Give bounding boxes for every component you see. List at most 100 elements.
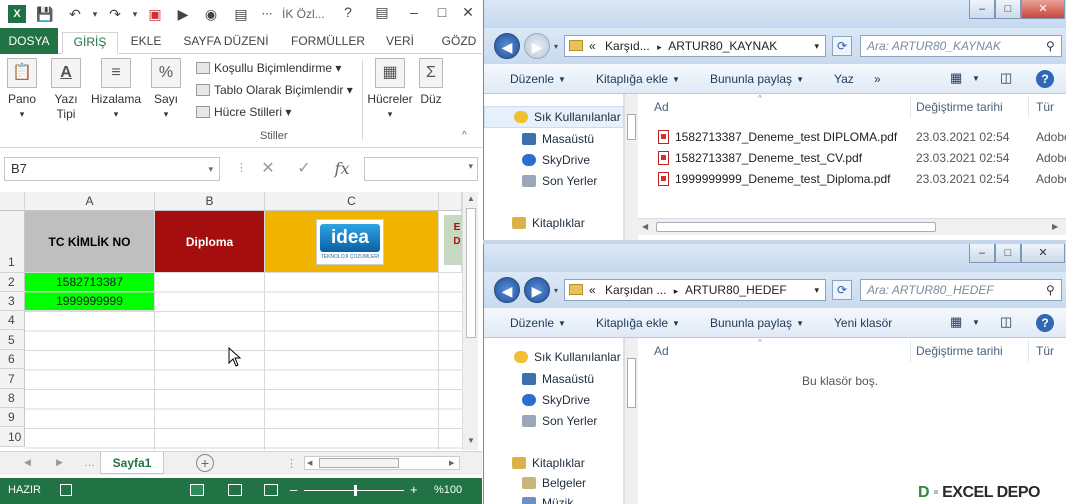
page-break-view-icon[interactable] xyxy=(264,484,278,496)
tab-dosya[interactable]: DOSYA xyxy=(0,28,58,54)
zoom-slider-thumb[interactable] xyxy=(354,485,357,496)
close-icon[interactable]: ✕ xyxy=(458,4,478,21)
formula-input[interactable]: ▾ xyxy=(364,157,478,181)
minimize-icon[interactable]: – xyxy=(404,4,424,20)
breadcrumb-parent[interactable]: Karşıd... xyxy=(605,39,650,53)
spreadsheet-grid[interactable]: A B C 1 2 3 4 5 6 7 8 9 10 TC KİMLİK NO … xyxy=(0,192,462,450)
nav-scroll-thumb[interactable] xyxy=(627,114,636,140)
redo-icon[interactable]: ↷ xyxy=(106,5,124,23)
column-header-date[interactable]: Değiştirme tarihi xyxy=(916,100,1003,114)
zoom-out-icon[interactable]: – xyxy=(290,482,297,497)
view-options-icon[interactable]: ▦ xyxy=(950,70,962,86)
nav-libraries[interactable]: Kitaplıklar xyxy=(512,214,585,232)
column-divider[interactable] xyxy=(910,340,911,362)
tab-ekle[interactable]: EKLE xyxy=(124,32,168,54)
nav-desktop[interactable]: Masaüstü xyxy=(522,370,594,388)
scroll-right-icon[interactable]: ▶ xyxy=(449,459,454,467)
breadcrumb-overflow[interactable]: « xyxy=(589,283,596,297)
nav-scroll-thumb[interactable] xyxy=(627,358,636,408)
cancel-icon[interactable]: ✕ xyxy=(256,159,280,179)
scroll-up-icon[interactable]: ▲ xyxy=(467,194,475,203)
ribbon-display-icon[interactable]: ▤ xyxy=(372,4,392,21)
address-box[interactable]: « Karşıd... ▸ ARTUR80_KAYNAK ▾ xyxy=(564,35,826,57)
sheet-more-icon[interactable]: … xyxy=(84,457,95,469)
tab-veri[interactable]: VERİ xyxy=(382,32,418,54)
view-options-icon[interactable]: ▦ xyxy=(950,314,962,330)
tab-gozden[interactable]: GÖZD xyxy=(436,32,482,54)
minimize-icon[interactable]: – xyxy=(969,0,995,19)
preview-pane-icon[interactable]: ◫ xyxy=(1000,314,1012,330)
help-icon[interactable]: ? xyxy=(338,4,358,20)
nav-recent-places[interactable]: Son Yerler xyxy=(522,172,597,190)
collapse-ribbon-icon[interactable]: ^ xyxy=(462,130,467,141)
cell-b1[interactable]: Diploma xyxy=(155,211,265,273)
breadcrumb-current[interactable]: ARTUR80_KAYNAK xyxy=(668,39,777,53)
column-divider[interactable] xyxy=(1028,340,1029,362)
column-divider[interactable] xyxy=(910,96,911,118)
cell-styles-button[interactable]: Hücre Stilleri ▾ xyxy=(196,102,291,122)
binoculars-icon[interactable]: ◉ xyxy=(202,5,220,23)
nav-music[interactable]: Müzik xyxy=(522,494,573,504)
file-row[interactable]: 1582713387_Deneme_test DIPLOMA.pdf xyxy=(658,127,897,147)
column-header-b[interactable]: B xyxy=(155,192,265,211)
split-grip-icon[interactable]: ⋮ xyxy=(286,457,297,470)
row-header-5[interactable]: 5 xyxy=(0,330,25,350)
breadcrumb-current[interactable]: ARTUR80_HEDEF xyxy=(685,283,787,297)
help-icon[interactable]: ? xyxy=(1036,314,1054,332)
redo-dropdown-icon[interactable]: ▾ xyxy=(126,5,144,23)
cell-d1[interactable]: E D xyxy=(439,211,462,273)
nav-recent-places[interactable]: Son Yerler xyxy=(522,412,597,430)
more-commands-icon[interactable]: » xyxy=(874,72,881,86)
undo-dropdown-icon[interactable]: ▾ xyxy=(86,5,104,23)
row-header-6[interactable]: 6 xyxy=(0,350,25,369)
run-icon[interactable]: ▶ xyxy=(174,5,192,23)
back-icon[interactable]: ◀ xyxy=(494,33,520,59)
column-header-d[interactable] xyxy=(439,192,462,211)
macro-stop-icon[interactable]: ▣ xyxy=(146,5,164,23)
add-sheet-icon[interactable]: + xyxy=(196,454,214,472)
column-header-c[interactable]: C xyxy=(265,192,439,211)
undo-icon[interactable]: ↶ xyxy=(66,5,84,23)
address-dropdown-icon[interactable]: ▾ xyxy=(814,280,819,300)
nav-skydrive[interactable]: SkyDrive xyxy=(522,151,590,169)
row-header-10[interactable]: 10 xyxy=(0,427,25,447)
form-icon[interactable]: ▤ xyxy=(232,5,250,23)
vertical-scrollbar[interactable]: ▲ ▼ xyxy=(462,192,478,450)
row-header-8[interactable]: 8 xyxy=(0,389,25,408)
refresh-icon[interactable]: ⟳ xyxy=(832,36,852,56)
forward-icon[interactable]: ▶ xyxy=(524,33,550,59)
row-header-2[interactable]: 2 xyxy=(0,273,25,292)
column-divider[interactable] xyxy=(1028,96,1029,118)
history-dropdown-icon[interactable]: ▾ xyxy=(554,42,558,51)
tab-sayfa-duzeni[interactable]: SAYFA DÜZENİ xyxy=(180,32,272,54)
sheet-next-icon[interactable]: ▶ xyxy=(56,457,63,468)
organize-button[interactable]: Düzenle ▼ xyxy=(510,72,566,86)
view-dropdown-icon[interactable]: ▼ xyxy=(972,74,980,83)
zoom-in-icon[interactable]: + xyxy=(410,482,418,497)
normal-view-icon[interactable] xyxy=(190,484,204,496)
nav-skydrive[interactable]: SkyDrive xyxy=(522,391,590,409)
breadcrumb-overflow[interactable]: « xyxy=(589,39,596,53)
sheet-tab-sayfa1[interactable]: Sayfa1 xyxy=(100,452,164,474)
insert-function-icon[interactable]: fx xyxy=(330,159,354,179)
horizontal-scrollbar[interactable]: ◀ ▶ xyxy=(304,456,460,470)
conditional-format-button[interactable]: Koşullu Biçimlendirme ▾ xyxy=(196,58,341,78)
macro-record-icon[interactable] xyxy=(60,484,72,496)
horizontal-scrollbar[interactable]: ◀ ▶ xyxy=(638,218,1066,235)
alignment-group[interactable]: ≡ Hizalama ▾ xyxy=(90,58,142,122)
quick-access-more-icon[interactable]: ⋯ xyxy=(258,5,276,23)
cells-group[interactable]: ▦ Hücreler ▾ xyxy=(366,58,414,122)
file-list[interactable]: ^ Ad Değiştirme tarihi Tür 1582713387_De… xyxy=(638,94,1066,240)
column-header-type[interactable]: Tür xyxy=(1036,100,1054,114)
refresh-icon[interactable]: ⟳ xyxy=(832,280,852,300)
column-header-type[interactable]: Tür xyxy=(1036,344,1054,358)
editing-group[interactable]: Σ Düz xyxy=(418,58,444,107)
back-icon[interactable]: ◀ xyxy=(494,277,520,303)
pano-group[interactable]: 📋 Pano ▾ xyxy=(4,58,40,122)
page-layout-view-icon[interactable] xyxy=(228,484,242,496)
history-dropdown-icon[interactable]: ▾ xyxy=(554,286,558,295)
nav-scrollbar[interactable] xyxy=(624,94,638,240)
column-header-name[interactable]: Ad xyxy=(654,344,669,358)
search-input[interactable]: Ara: ARTUR80_KAYNAK xyxy=(860,35,1062,57)
include-in-library-button[interactable]: Kitaplığa ekle ▼ xyxy=(596,72,680,86)
